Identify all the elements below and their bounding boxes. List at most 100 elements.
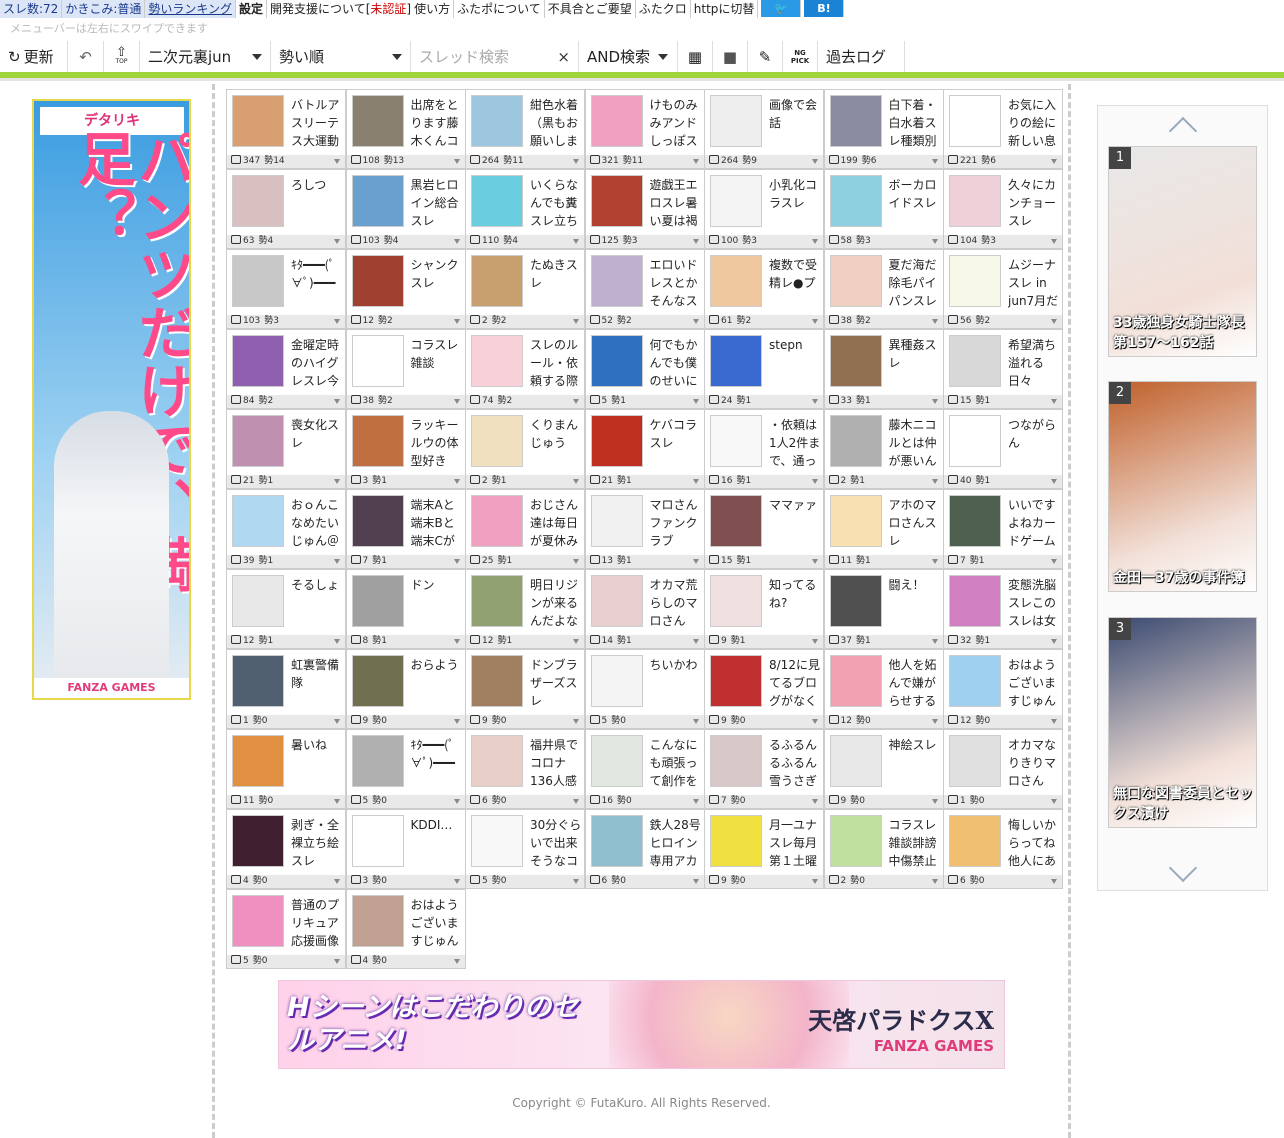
thread-cell[interactable]: KDDI… 3 勢0 — [345, 809, 466, 889]
thread-cell[interactable]: ケバコラスレ 21 勢1 — [584, 409, 705, 489]
top-menu-item[interactable]: 設定 — [236, 0, 268, 18]
ranking-item[interactable]: 1 33歳独身女騎士隊長 第157〜162話 — [1108, 146, 1257, 357]
thread-thumbnail[interactable] — [471, 575, 523, 627]
thread-thumbnail[interactable] — [590, 335, 643, 387]
hatena-bookmark-button[interactable]: B! — [804, 0, 845, 17]
top-menu-item[interactable]: httpに切替 — [691, 0, 759, 18]
thread-thumbnail[interactable] — [351, 655, 404, 707]
thread-title[interactable]: 暑いね — [291, 736, 344, 790]
thread-title[interactable]: おじさん達は毎日が夏休み — [530, 496, 583, 550]
thread-thumbnail[interactable] — [829, 95, 882, 147]
thread-cell[interactable]: 端末Aと端末Bと端末Cが 7 勢1 — [345, 489, 466, 569]
thread-cell[interactable]: 福井県でコロナ136人感 6 勢0 — [465, 729, 585, 809]
thread-thumbnail[interactable] — [232, 895, 284, 947]
thread-thumbnail[interactable] — [710, 655, 762, 707]
thread-thumbnail[interactable] — [471, 655, 523, 707]
thread-cell[interactable]: 虹裏警備隊 1 勢0 — [226, 649, 346, 729]
thread-thumbnail[interactable] — [949, 655, 1001, 707]
top-menu-item[interactable]: 使い方 — [411, 0, 455, 18]
thread-thumbnail[interactable] — [351, 415, 404, 467]
thread-cell[interactable]: 闘え！ 37 勢1 — [823, 569, 944, 649]
past-log-button[interactable]: 過去ログ — [818, 40, 905, 73]
and-search-select[interactable]: AND検索 — [579, 40, 678, 73]
thread-title[interactable]: 福井県でコロナ136人感 — [530, 736, 583, 790]
thread-title[interactable]: くりまんじゅう — [530, 416, 583, 470]
thread-cell[interactable]: おはようございますじゅん 12 勢0 — [943, 649, 1063, 729]
thread-thumbnail[interactable] — [471, 95, 523, 147]
thread-cell[interactable]: 神絵スレ 9 勢0 — [823, 729, 944, 809]
thread-thumbnail[interactable] — [471, 175, 523, 227]
thread-cell[interactable]: 紺色水着（黒もお願いしま 264 勢11 — [465, 89, 585, 169]
thread-thumbnail[interactable] — [232, 735, 284, 787]
thread-title[interactable]: ろしつ — [291, 176, 344, 230]
search-input[interactable]: スレッド検索 × — [411, 40, 579, 73]
bottom-banner-ad[interactable]: Hシーンはこだわりのセルアニメ! 天啓パラドクスX FANZA GAMES — [278, 980, 1005, 1069]
thread-title[interactable]: ｷﾀ━━━(ﾟ∀ﾟ)━━━ — [291, 256, 344, 310]
thread-title[interactable]: ・依頼は1人2件まで、通っ — [769, 416, 822, 470]
thread-thumbnail[interactable] — [232, 335, 284, 387]
thread-cell[interactable]: ムジーナスレ in jun7月だ 56 勢2 — [943, 249, 1063, 329]
thread-thumbnail[interactable] — [710, 175, 762, 227]
thread-cell[interactable]: くりまんじゅう 2 勢1 — [465, 409, 585, 489]
thread-cell[interactable]: エロいドレスとかそんなス 52 勢2 — [584, 249, 705, 329]
thread-cell[interactable]: ろしつ 63 勢4 — [226, 169, 346, 249]
thread-title[interactable]: 白下着・白水着スレ種類別 — [889, 96, 942, 150]
thread-title[interactable]: アホのマロさんスレ — [889, 496, 942, 550]
thread-title[interactable]: コラスレ雑談誹謗中傷禁止 — [889, 816, 942, 870]
top-button[interactable]: ⇧ TOP — [104, 40, 140, 73]
thread-title[interactable]: 異種姦スレ — [889, 336, 942, 390]
square-view-button[interactable]: ■ — [713, 40, 748, 73]
thread-title[interactable]: おはようございますじゅん — [411, 896, 464, 950]
thread-title[interactable]: おらよう — [411, 656, 464, 710]
thread-title[interactable]: いいですよねカードゲーム — [1008, 496, 1061, 550]
thread-thumbnail[interactable] — [949, 815, 1001, 867]
thread-thumbnail[interactable] — [710, 495, 762, 547]
thread-title[interactable]: たぬきスレ — [530, 256, 583, 310]
thread-cell[interactable]: ボーカロイドスレ 58 勢3 — [823, 169, 944, 249]
thread-title[interactable]: 闘え！ — [889, 576, 942, 630]
thread-thumbnail[interactable] — [471, 735, 523, 787]
thread-thumbnail[interactable] — [949, 175, 1001, 227]
top-menu-item[interactable]: ふたクロ — [636, 0, 691, 18]
thread-cell[interactable]: スレのルール・依頼する際 74 勢2 — [465, 329, 585, 409]
thread-cell[interactable]: アホのマロさんスレ 11 勢1 — [823, 489, 944, 569]
thread-thumbnail[interactable] — [710, 575, 762, 627]
thread-cell[interactable]: オカマ荒らしのマロさん 14 勢1 — [584, 569, 705, 649]
thread-cell[interactable]: 変態洗脳スレこのスレは女 32 勢1 — [943, 569, 1063, 649]
thread-title[interactable]: ボーカロイドスレ — [889, 176, 942, 230]
left-banner-ad[interactable]: デタリキ パンツだけで、満足？ FANZA GAMES — [32, 99, 191, 700]
thread-thumbnail[interactable] — [949, 95, 1001, 147]
thread-thumbnail[interactable] — [829, 495, 882, 547]
thread-cell[interactable]: 複数で受精レ●プ 61 勢2 — [704, 249, 824, 329]
thread-title[interactable]: ちいかわ — [650, 656, 703, 710]
thread-title[interactable]: 知ってるね? — [769, 576, 822, 630]
thread-thumbnail[interactable] — [351, 175, 404, 227]
thread-cell[interactable]: シャンクスレ 12 勢2 — [345, 249, 466, 329]
thread-thumbnail[interactable] — [232, 655, 284, 707]
thread-thumbnail[interactable] — [471, 335, 523, 387]
top-menu-item[interactable]: スレ数:72 — [0, 0, 63, 18]
thread-title[interactable]: 何でもかんでも僕のせいに — [650, 336, 703, 390]
thread-cell[interactable]: けものみみアンドしっぽス 321 勢11 — [584, 89, 705, 169]
top-menu-item[interactable]: ふたポについて — [454, 0, 545, 18]
ng-pick-button[interactable]: NG PICK — [783, 40, 818, 73]
thread-title[interactable]: オカマ荒らしのマロさん — [650, 576, 703, 630]
thread-cell[interactable]: ｷﾀ━━━(ﾟ∀ﾟ)━━━ 5 勢0 — [345, 729, 466, 809]
thread-title[interactable]: 悔しいからってね他人にあ — [1008, 816, 1061, 870]
thread-cell[interactable]: そるしょ 12 勢1 — [226, 569, 346, 649]
thread-thumbnail[interactable] — [351, 95, 404, 147]
thread-title[interactable]: 変態洗脳スレこのスレは女 — [1008, 576, 1061, 630]
top-menu-item[interactable]: 未認証 — [370, 0, 406, 18]
thread-title[interactable]: けものみみアンドしっぽス — [650, 96, 703, 150]
thread-title[interactable]: シャンクスレ — [411, 256, 464, 310]
thread-cell[interactable]: 異種姦スレ 33 勢1 — [823, 329, 944, 409]
thread-title[interactable]: 紺色水着（黒もお願いしま — [530, 96, 583, 150]
thread-cell[interactable]: 白下着・白水着スレ種類別 199 勢6 — [823, 89, 944, 169]
thread-cell[interactable]: こんなにも頑張って創作を 16 勢0 — [584, 729, 705, 809]
thread-cell[interactable]: 金曜定時のハイグレスレ今 84 勢2 — [226, 329, 346, 409]
thread-title[interactable]: 8/12に見てるブログがなく — [769, 656, 822, 710]
thread-title[interactable]: つながらん — [1008, 416, 1061, 470]
thread-cell[interactable]: 出席をとります藤木くんコ 108 勢13 — [345, 89, 466, 169]
top-menu-item[interactable]: かきこみ:普通 — [62, 0, 146, 18]
thread-cell[interactable]: つながらん 40 勢1 — [943, 409, 1063, 489]
